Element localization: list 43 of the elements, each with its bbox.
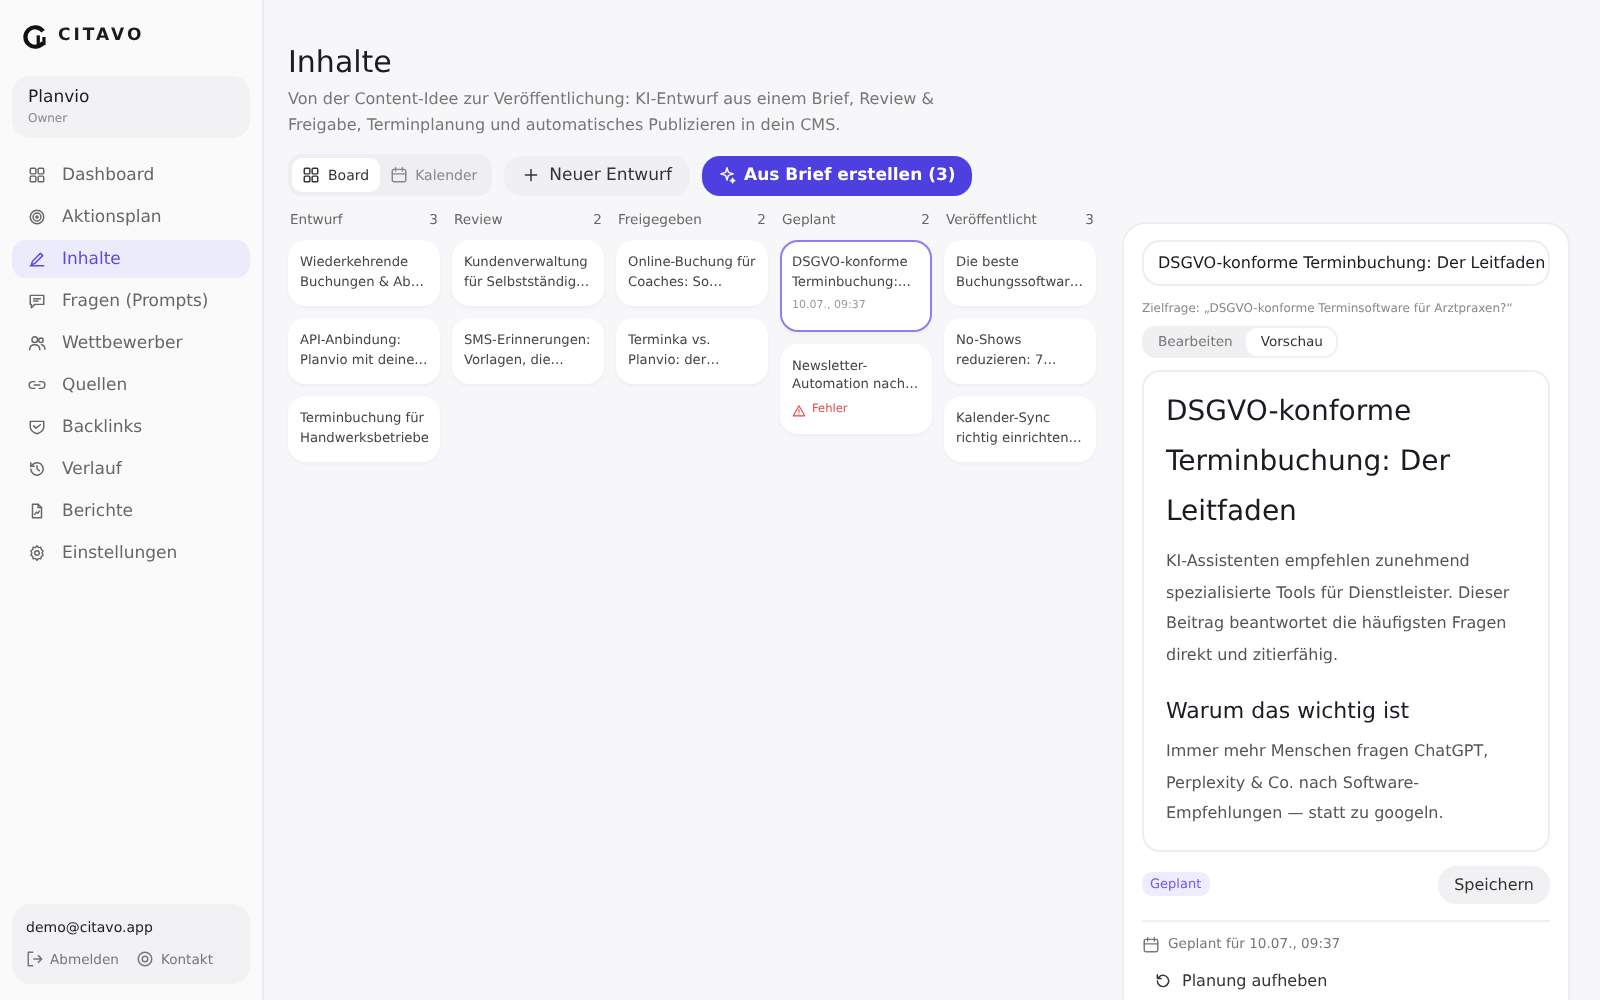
nav-item[interactable]: Quellen: [12, 366, 250, 404]
calendar-icon: [389, 166, 408, 184]
nav-item[interactable]: Wettbewerber: [12, 324, 250, 362]
grid-icon: [28, 166, 46, 184]
create-from-brief-button[interactable]: Aus Brief erstellen (3): [701, 155, 972, 195]
title-field[interactable]: DSGVO-konforme Terminbuchung: Der Leitfaden: [1142, 240, 1550, 286]
target-icon: [28, 208, 46, 226]
save-button[interactable]: Speichern: [1438, 865, 1550, 903]
nav-item[interactable]: Inhalte: [12, 240, 250, 278]
lifebuoy-icon: [136, 950, 155, 968]
link-icon: [28, 376, 46, 394]
warning-icon: [792, 403, 806, 418]
logout-icon: [26, 950, 44, 968]
new-draft-button[interactable]: Neuer Entwurf: [503, 155, 690, 195]
preview-paragraph: KI-Assistenten empfehlen zunehmend spezialisierte Tools für Dienstleister. Dieser Beitrag beantwortet die häufigsten Fragen direkt und zitierfähig.: [1166, 550, 1512, 668]
logo-icon: [22, 23, 48, 49]
sparkle-icon: [717, 166, 736, 184]
unschedule-button[interactable]: Planung aufheben: [1142, 971, 1550, 989]
nav-item[interactable]: Berichte: [12, 492, 250, 530]
preview-heading: DSGVO-konforme Terminbuchung: Der Leitfaden: [1166, 394, 1452, 532]
preview-paragraph: Immer mehr Menschen fragen ChatGPT, Perplexity & Co. nach Software-Empfehlungen — statt zu googeln.: [1166, 740, 1491, 826]
nav-item[interactable]: Fragen (Prompts): [12, 282, 250, 320]
users-icon: [28, 334, 46, 352]
shield-icon: [28, 418, 46, 436]
workspace-name: Planvio: [28, 88, 92, 108]
nav-item[interactable]: Backlinks: [12, 408, 250, 446]
document-icon: [28, 502, 46, 520]
pencil-icon: [28, 250, 46, 268]
plus-icon: [521, 166, 540, 184]
history-icon: [28, 460, 46, 478]
grid-icon: [302, 166, 320, 184]
nav-item[interactable]: Verlauf: [12, 450, 250, 488]
gear-icon: [28, 544, 46, 562]
preview-subheading: Warum das wichtig ist: [1166, 698, 1412, 724]
brand-name: CITAVO: [58, 26, 145, 46]
page-title: Inhalte: [288, 44, 394, 80]
nav-item[interactable]: Einstellungen: [12, 534, 250, 572]
nav-item[interactable]: Aktionsplan: [12, 198, 250, 236]
page-subtitle: Von der Content-Idee zur Veröffentlichung: KI-Entwurf aus einem Brief, Review & Freigabe, Terminplanung und automatisches Publizieren in dein CMS.: [288, 88, 936, 138]
nav-item[interactable]: Dashboard: [12, 156, 250, 194]
chat-icon: [28, 292, 46, 310]
undo-icon: [1154, 971, 1172, 989]
calendar-icon: [1142, 935, 1160, 953]
